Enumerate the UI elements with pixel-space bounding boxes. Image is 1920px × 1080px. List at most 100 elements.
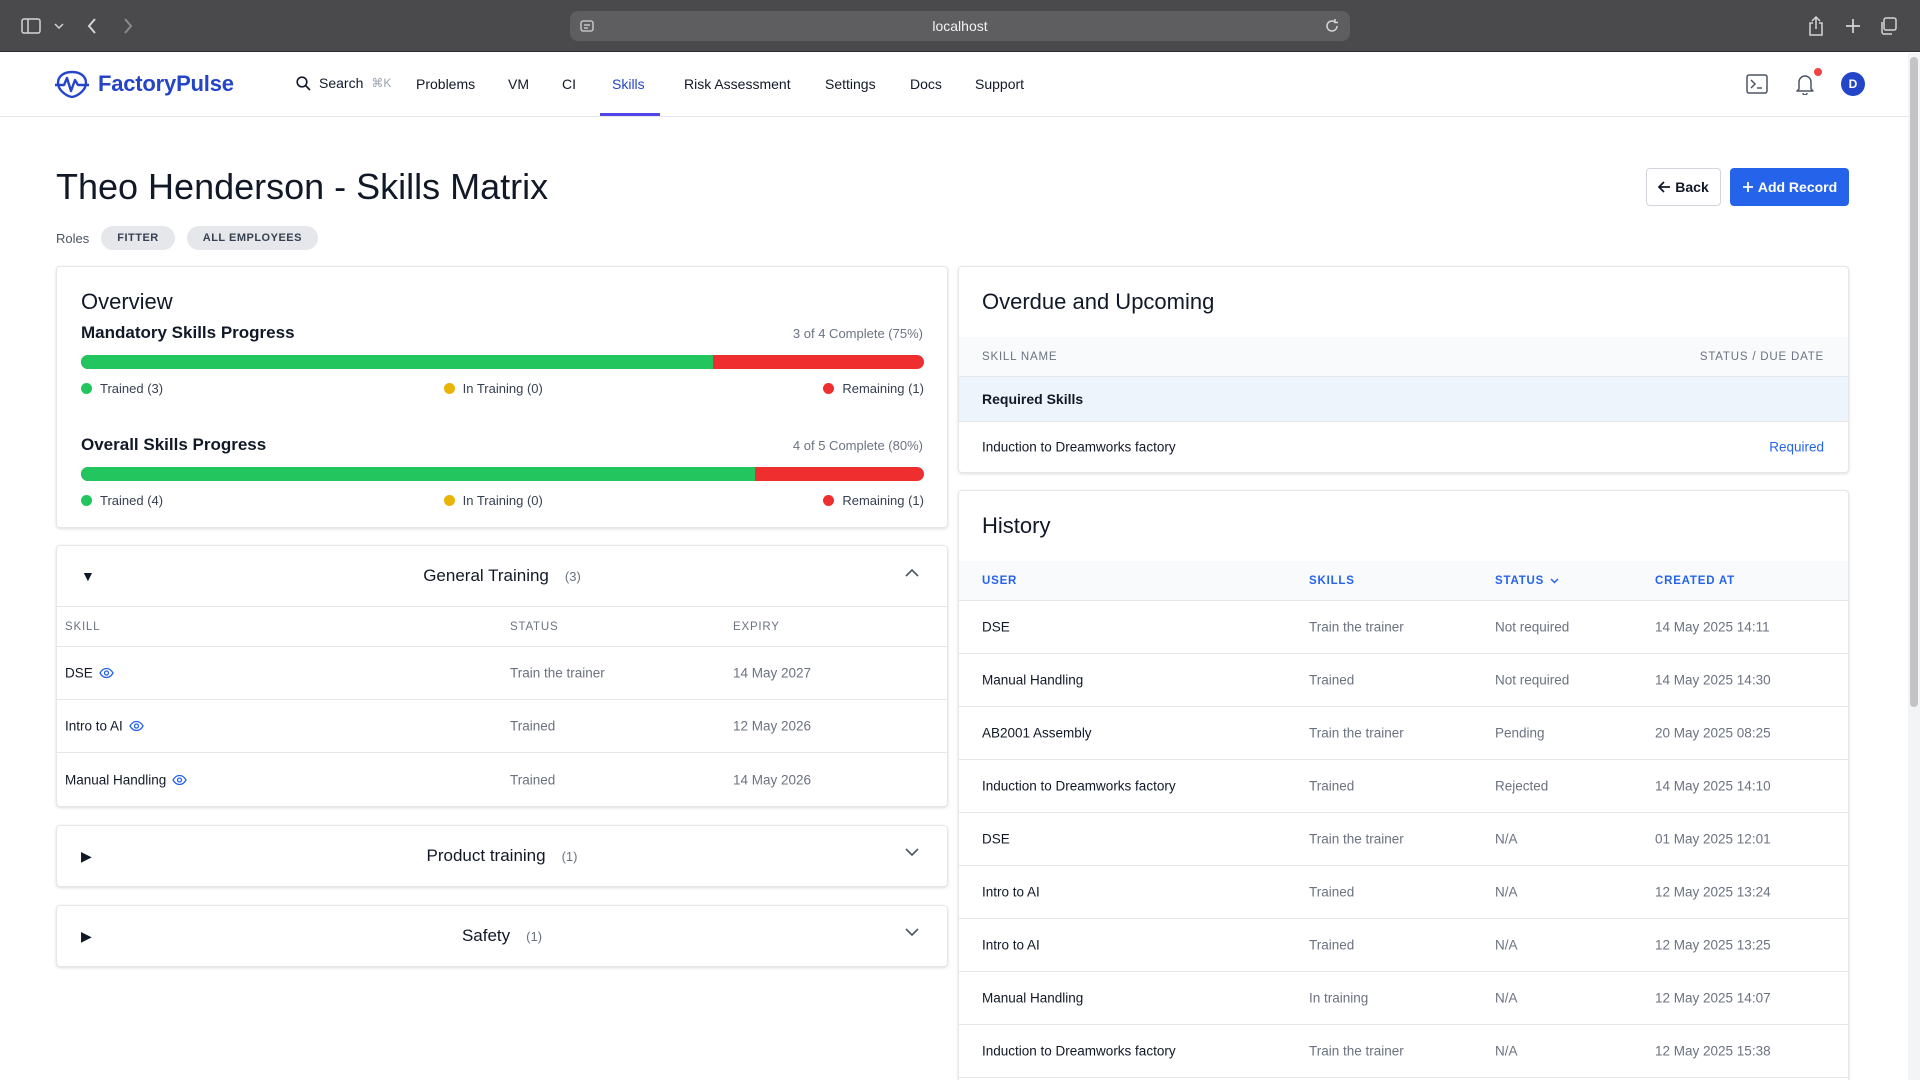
trained-dot-icon <box>81 383 92 394</box>
forward-arrow-icon[interactable] <box>120 14 136 38</box>
address-bar[interactable]: localhost <box>570 11 1350 41</box>
overdue-upcoming-card: Overdue and Upcoming SKILL NAME STATUS /… <box>958 266 1849 473</box>
roles-label: Roles <box>56 230 90 246</box>
brand-logo[interactable]: FactoryPulse <box>54 69 234 99</box>
history-skills: In training <box>1309 990 1369 1006</box>
mandatory-progress-bar <box>81 355 924 369</box>
nav-item-docs[interactable]: Docs <box>910 76 942 92</box>
avatar[interactable]: D <box>1841 72 1865 96</box>
history-status: Not required <box>1495 619 1570 635</box>
history-user: Induction to Dreamworks factory <box>982 778 1176 794</box>
page-title: Theo Henderson - Skills Matrix <box>56 166 549 207</box>
overdue-title: Overdue and Upcoming <box>982 289 1215 314</box>
triangle-right-icon[interactable]: ▶ <box>81 848 92 865</box>
history-created-at: 14 May 2025 14:11 <box>1655 619 1770 635</box>
status-cell: Train the trainer <box>510 665 605 681</box>
remaining-dot-icon <box>823 383 835 394</box>
general-training-header[interactable]: ▼ General Training (3) <box>57 546 947 606</box>
nav-item-skills[interactable]: Skills <box>612 76 645 92</box>
reload-icon[interactable] <box>1324 18 1340 34</box>
nav-item-problems[interactable]: Problems <box>416 76 475 92</box>
history-status: N/A <box>1495 1043 1518 1059</box>
new-tab-icon[interactable] <box>1843 14 1863 38</box>
column-created-at[interactable]: CREATED AT <box>1655 575 1735 587</box>
bell-icon[interactable] <box>1793 72 1817 96</box>
nav-item-vm[interactable]: VM <box>508 76 529 92</box>
history-created-at: 20 May 2025 08:25 <box>1655 725 1771 741</box>
general-training-title: General Training <box>423 566 549 585</box>
table-row[interactable]: AB2001 Assembly Train the trainer Pendin… <box>959 707 1848 760</box>
chevron-down-icon[interactable] <box>52 14 66 38</box>
terminal-icon[interactable] <box>1745 72 1769 96</box>
eye-icon[interactable] <box>99 667 114 679</box>
history-user: DSE <box>982 831 1010 847</box>
nav-item-support[interactable]: Support <box>975 76 1024 92</box>
history-status: Not required <box>1495 672 1570 688</box>
table-row[interactable]: DSE Train the trainer Not required 14 Ma… <box>959 601 1848 654</box>
tab-overview-icon[interactable] <box>1878 14 1898 38</box>
back-button[interactable]: Back <box>1646 168 1721 206</box>
expiry-cell: 14 May 2026 <box>733 772 812 787</box>
nav-item-risk-assessment[interactable]: Risk Assessment <box>684 76 791 92</box>
page-scrollbar[interactable] <box>1908 53 1920 1080</box>
share-icon[interactable] <box>1806 14 1826 38</box>
nav-item-ci[interactable]: CI <box>562 76 576 92</box>
nav-item-settings[interactable]: Settings <box>825 76 876 92</box>
table-row[interactable]: Manual Handling In training N/A 12 May 2… <box>959 972 1848 1025</box>
history-created-at: 14 May 2025 14:30 <box>1655 672 1771 688</box>
column-user[interactable]: USER <box>982 575 1017 587</box>
column-skill-name: SKILL NAME <box>982 350 1058 363</box>
required-skills-group: Required Skills <box>959 377 1848 422</box>
remaining-dot-icon <box>823 495 835 506</box>
brand-name: FactoryPulse <box>98 71 234 96</box>
history-table-body: DSE Train the trainer Not required 14 Ma… <box>959 601 1848 1078</box>
notification-badge <box>1814 68 1822 76</box>
legend-trained-label: Trained (4) <box>100 493 164 508</box>
trained-dot-icon <box>81 495 92 506</box>
table-row[interactable]: Induction to Dreamworks factory Trained … <box>959 760 1848 813</box>
table-row[interactable]: DSE Train the trainer 14 May 2027 <box>57 647 947 700</box>
scrollbar-thumb[interactable] <box>1910 57 1918 707</box>
skill-cell: Manual Handling <box>65 772 188 787</box>
table-row[interactable]: DSE Train the trainer N/A 01 May 2025 12… <box>959 813 1848 866</box>
add-record-button[interactable]: Add Record <box>1730 168 1849 206</box>
overall-progress-bar <box>81 467 924 481</box>
safety-title: Safety <box>461 926 511 945</box>
eye-icon[interactable] <box>129 720 144 732</box>
eye-icon[interactable] <box>172 774 188 785</box>
table-row[interactable]: Induction to Dreamworks factory Required <box>959 422 1848 472</box>
history-created-at: 01 May 2025 12:01 <box>1655 831 1771 847</box>
triangle-right-icon[interactable]: ▶ <box>81 928 92 945</box>
status-cell: Trained <box>510 772 556 787</box>
triangle-down-icon[interactable]: ▼ <box>81 568 95 584</box>
site-settings-icon[interactable] <box>580 19 594 33</box>
app-navbar: FactoryPulse Search ⌘K Problems VM CI Sk… <box>0 53 1908 117</box>
column-skills[interactable]: SKILLS <box>1309 575 1355 587</box>
table-row[interactable]: Manual Handling Trained 14 May 2026 <box>57 753 947 806</box>
nav-search[interactable]: Search ⌘K <box>296 75 391 91</box>
table-row[interactable]: Intro to AI Trained N/A 12 May 2025 13:2… <box>959 866 1848 919</box>
safety-header[interactable]: ▶ Safety (1) <box>57 906 947 966</box>
legend-in-training-label: In Training (0) <box>462 493 543 508</box>
chevron-down-icon[interactable] <box>905 848 919 857</box>
overdue-table-header: SKILL NAME STATUS / DUE DATE <box>959 337 1848 377</box>
product-training-header[interactable]: ▶ Product training (1) <box>57 826 947 886</box>
table-row[interactable]: Induction to Dreamworks factory Train th… <box>959 1025 1848 1078</box>
column-status-label: STATUS <box>1495 574 1545 587</box>
legend-remaining: Remaining (1) <box>823 381 924 396</box>
column-status[interactable]: STATUS <box>1495 575 1559 587</box>
back-arrow-icon[interactable] <box>84 14 100 38</box>
chevron-up-icon[interactable] <box>905 568 919 577</box>
chevron-down-icon <box>1550 577 1559 584</box>
history-user: AB2001 Assembly <box>982 725 1092 741</box>
overdue-status-link[interactable]: Required <box>1769 440 1824 455</box>
chevron-down-icon[interactable] <box>905 928 919 937</box>
sidebar-toggle-icon[interactable] <box>20 14 42 38</box>
overview-card: Overview Mandatory Skills Progress 3 of … <box>56 266 948 528</box>
general-training-table: SKILL STATUS EXPIRY DSE Train the traine… <box>57 606 947 806</box>
table-row[interactable]: Intro to AI Trained N/A 12 May 2025 13:2… <box>959 919 1848 972</box>
history-user: Intro to AI <box>982 937 1040 953</box>
table-row[interactable]: Intro to AI Trained 12 May 2026 <box>57 700 947 753</box>
in-training-dot-icon <box>443 383 455 394</box>
table-row[interactable]: Manual Handling Trained Not required 14 … <box>959 654 1848 707</box>
